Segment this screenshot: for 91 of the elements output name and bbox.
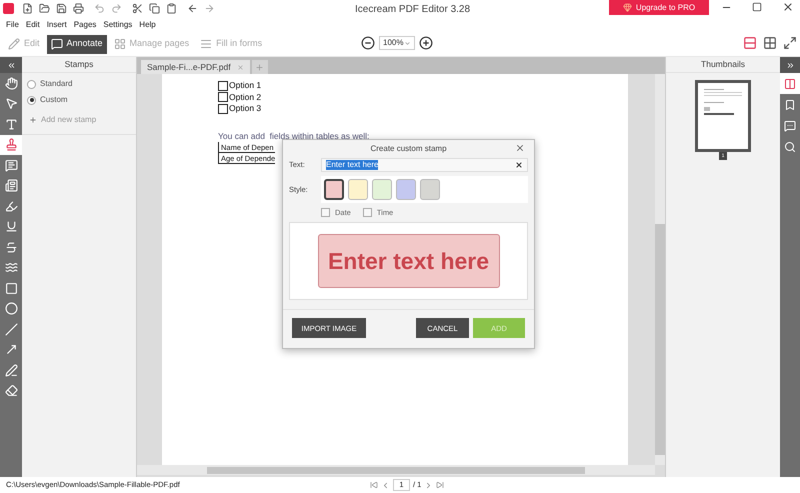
lines-icon — [200, 38, 212, 50]
checkbox[interactable] — [321, 208, 330, 218]
caret-icon — [404, 40, 411, 46]
circle-icon — [4, 302, 18, 316]
maximize-icon[interactable] — [752, 2, 762, 12]
checkbox[interactable] — [218, 104, 228, 114]
style-swatch[interactable] — [324, 179, 344, 200]
close-icon[interactable] — [782, 1, 794, 13]
panel-header: Stamps — [22, 57, 136, 73]
style-swatch[interactable] — [348, 179, 368, 200]
stamp-preview: Enter text here — [318, 234, 500, 288]
folder-icon[interactable] — [39, 3, 50, 14]
arrow-icon — [4, 343, 18, 356]
vertical-scrollbar[interactable] — [655, 74, 665, 465]
save-icon[interactable] — [56, 3, 67, 14]
speech-bubble-icon — [50, 38, 63, 50]
radio-button[interactable] — [27, 96, 36, 104]
mode-tab[interactable]: Annotate — [46, 34, 107, 54]
clear-icon[interactable] — [515, 161, 523, 169]
clipboard-icon[interactable] — [166, 3, 177, 14]
hand-icon — [4, 76, 18, 90]
back-arrow-icon[interactable] — [187, 3, 198, 14]
highlighter-icon — [4, 200, 18, 213]
side-tool-button[interactable] — [780, 73, 800, 94]
menu-item[interactable]: Insert — [46, 18, 67, 30]
upgrade-button[interactable]: Upgrade to PRO — [609, 0, 709, 15]
underline-icon — [4, 220, 18, 234]
fullscreen-icon[interactable] — [783, 36, 797, 50]
grid-view-icon[interactable] — [763, 36, 777, 50]
stamp-icon — [4, 138, 18, 152]
previous-page-icon[interactable] — [381, 480, 390, 490]
strikethrough-icon — [4, 240, 18, 254]
search-icon — [784, 140, 796, 152]
expand-button[interactable] — [780, 57, 800, 73]
radio-label: Standard — [40, 78, 72, 90]
menu-item[interactable]: Pages — [74, 18, 96, 30]
text-icon — [4, 118, 18, 131]
close-icon[interactable] — [515, 143, 525, 153]
window-title: Icecream PDF Editor 3.28 — [355, 3, 470, 17]
scissors-icon[interactable] — [132, 3, 143, 14]
style-swatch[interactable] — [396, 179, 416, 200]
style-swatch[interactable] — [372, 179, 392, 200]
zoom-dropdown[interactable]: 100% — [379, 36, 415, 50]
text-box-icon — [4, 179, 18, 192]
menu-item[interactable]: Settings — [103, 18, 132, 30]
wavy-text-icon — [4, 261, 18, 274]
app-logo-icon — [3, 3, 14, 14]
new-file-icon[interactable] — [22, 3, 33, 14]
menu-item[interactable]: File — [6, 18, 19, 30]
copy-icon[interactable] — [149, 3, 160, 14]
collapse-button[interactable] — [0, 57, 22, 73]
tool-button[interactable] — [0, 134, 22, 155]
horizontal-scrollbar[interactable] — [137, 465, 655, 475]
last-page-icon[interactable] — [436, 481, 444, 489]
single-page-view-icon[interactable] — [743, 36, 757, 50]
double-chevron-icon — [786, 60, 794, 70]
zoom-out-icon[interactable] — [361, 36, 375, 50]
grid-icon — [114, 38, 126, 50]
checkbox[interactable] — [362, 208, 372, 218]
menu-item[interactable]: Edit — [26, 18, 40, 30]
eraser-icon — [4, 384, 18, 398]
bookmark-icon — [784, 98, 796, 110]
gem-icon — [622, 3, 632, 12]
radio-label: Custom — [40, 94, 68, 106]
rectangle-icon — [4, 282, 18, 295]
option-label: Option 1 — [229, 79, 262, 92]
double-chevron-icon — [6, 60, 16, 70]
checkbox[interactable] — [218, 80, 228, 91]
pointer-icon — [4, 97, 18, 110]
pencil-icon — [8, 38, 20, 50]
comment-icon — [4, 158, 18, 172]
option-label: Option 3 — [229, 102, 262, 116]
option-label: Option 2 — [229, 90, 262, 104]
page-thumbnail[interactable] — [695, 80, 751, 152]
plus-icon[interactable] — [29, 116, 37, 124]
checkbox[interactable] — [218, 92, 228, 102]
pencil-icon — [4, 364, 18, 377]
plus-icon — [255, 62, 264, 72]
page-panel-icon — [784, 78, 796, 90]
printer-icon[interactable] — [73, 3, 84, 14]
menu-item[interactable]: Help — [139, 18, 156, 30]
first-page-icon[interactable] — [370, 481, 378, 489]
comment-icon — [784, 120, 796, 132]
dialog-title: Create custom stamp — [370, 142, 447, 154]
page-text: You can add fields within tables as well: — [218, 130, 370, 142]
zoom-in-icon[interactable] — [419, 36, 433, 50]
line-icon — [4, 322, 18, 336]
text-input[interactable]: Enter text here — [321, 158, 528, 172]
radio-button[interactable] — [27, 80, 36, 88]
style-swatch[interactable] — [420, 179, 440, 200]
document-tab[interactable]: Sample-Fi...e-PDF.pdf — [141, 60, 250, 74]
